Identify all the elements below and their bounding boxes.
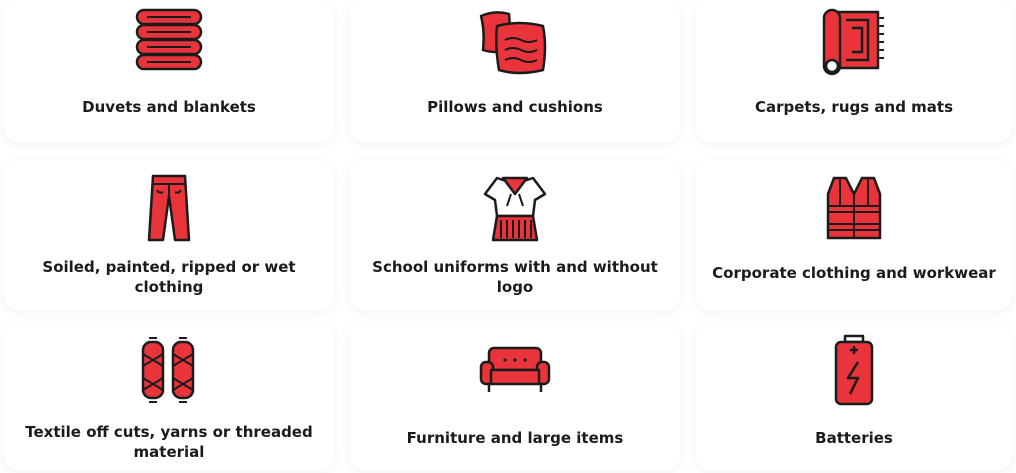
trousers-icon — [129, 172, 209, 244]
accepted-items-grid: Duvets and blankets Pillows and cushions — [0, 0, 1016, 473]
sofa-icon — [475, 334, 555, 406]
folded-blankets-icon — [129, 6, 209, 78]
item-label: Pillows and cushions — [427, 98, 603, 116]
item-card-batteries: Batteries — [696, 322, 1012, 470]
item-card-corporate-clothing: Corporate clothing and workwear — [696, 160, 1012, 310]
item-label: Duvets and blankets — [82, 98, 256, 116]
item-label: Corporate clothing and workwear — [712, 264, 996, 282]
item-card-duvets-blankets: Duvets and blankets — [4, 0, 334, 142]
item-label: Textile off cuts, yarns or threaded mate… — [25, 423, 313, 461]
school-uniform-icon — [475, 172, 555, 244]
battery-icon — [814, 334, 894, 406]
safety-vest-icon — [814, 172, 894, 244]
item-card-furniture: Furniture and large items — [350, 322, 680, 470]
item-label: Soiled, painted, ripped or wet clothing — [42, 258, 296, 296]
rolled-carpet-icon — [814, 6, 894, 78]
item-label: School uniforms with and without logo — [372, 258, 658, 296]
item-card-carpets-rugs-mats: Carpets, rugs and mats — [696, 0, 1012, 142]
pillows-icon — [475, 6, 555, 78]
yarn-spools-icon — [129, 334, 209, 406]
item-card-textile-offcuts: Textile off cuts, yarns or threaded mate… — [4, 322, 334, 470]
item-label: Batteries — [815, 429, 893, 447]
item-card-soiled-clothing: Soiled, painted, ripped or wet clothing — [4, 160, 334, 310]
item-label: Furniture and large items — [406, 429, 624, 447]
item-card-school-uniforms: School uniforms with and without logo — [350, 160, 680, 310]
item-label: Carpets, rugs and mats — [754, 98, 954, 116]
item-card-pillows-cushions: Pillows and cushions — [350, 0, 680, 142]
